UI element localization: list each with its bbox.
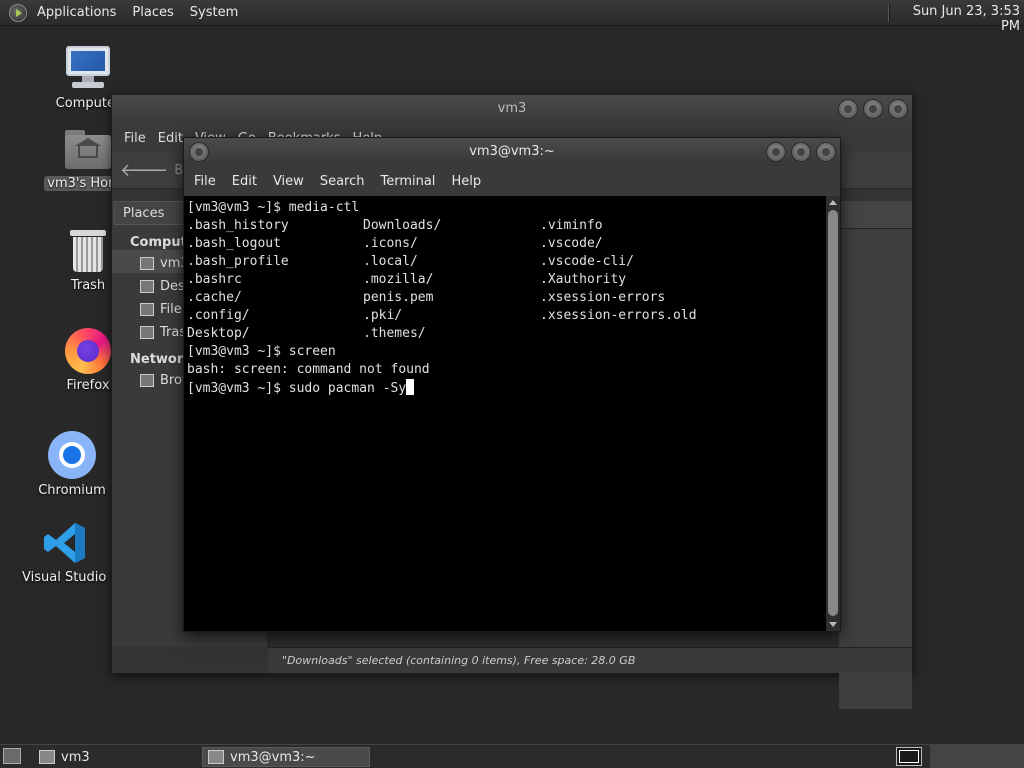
listing-entry: .xsession-errors bbox=[540, 290, 666, 305]
listing-entry: .cache/ bbox=[187, 290, 242, 305]
taskbar-item-label: vm3 bbox=[61, 749, 90, 765]
listing-entry: .local/ bbox=[363, 254, 418, 269]
top-panel: Applications Places System Sun Jun 23, 3… bbox=[0, 0, 1024, 34]
desktop-icon-label: Trash bbox=[70, 278, 106, 293]
listing-entry: .bash_history bbox=[187, 218, 289, 233]
listing-entry: .xsession-errors.old bbox=[540, 308, 697, 323]
scroll-down-arrow-icon[interactable] bbox=[829, 622, 837, 627]
minimize-button[interactable] bbox=[766, 142, 786, 162]
window-menu-button[interactable] bbox=[189, 142, 209, 162]
computer-icon bbox=[64, 46, 112, 92]
home-icon bbox=[140, 257, 154, 270]
menu-file[interactable]: File bbox=[188, 174, 226, 189]
menu-search[interactable]: Search bbox=[314, 174, 375, 189]
terminal-line: [vm3@vm3 ~]$ screen bbox=[187, 344, 336, 359]
panel-separator bbox=[888, 4, 890, 22]
scroll-up-arrow-icon[interactable] bbox=[829, 200, 837, 205]
terminal-output[interactable]: [vm3@vm3 ~]$ media-ctl .bash_history Down… bbox=[184, 196, 828, 631]
bottom-taskbar: vm3 vm3@vm3:~ bbox=[0, 744, 1024, 768]
menu-file[interactable]: File bbox=[118, 131, 152, 146]
desktop-icon-label: Visual Studio Code bbox=[22, 570, 111, 585]
menu-view[interactable]: View bbox=[267, 174, 314, 189]
content-panel bbox=[839, 229, 912, 709]
terminal-menubar: File Edit View Search Terminal Help bbox=[184, 166, 840, 196]
desktop-icon-label: Chromium bbox=[38, 483, 106, 498]
current-command: [vm3@vm3 ~]$ sudo pacman -Sy bbox=[187, 381, 407, 396]
back-arrow-icon: 🡐 bbox=[120, 160, 169, 181]
terminal-line: .cache/penis.pem .xsession-errors bbox=[187, 289, 828, 307]
listing-entry: .mozilla/ bbox=[363, 272, 434, 287]
listing-entry: .vscode/ bbox=[540, 236, 603, 251]
listing-entry: .viminfo bbox=[540, 218, 603, 233]
close-button[interactable] bbox=[816, 142, 836, 162]
terminal-scrollbar[interactable] bbox=[826, 196, 840, 631]
show-desktop-button[interactable] bbox=[3, 748, 21, 764]
network-icon bbox=[140, 374, 154, 387]
menu-help[interactable]: Help bbox=[445, 174, 491, 189]
terminal-titlebar[interactable]: vm3@vm3:~ bbox=[184, 138, 840, 166]
terminal-line: .bash_profile .local/ .vscode-cli/ bbox=[187, 253, 828, 271]
terminal-line: .bash_history Downloads/ .viminfo bbox=[187, 217, 828, 235]
terminal-line: .bash_logout .icons/ .vscode/ bbox=[187, 235, 828, 253]
terminal-line: [vm3@vm3 ~]$ media-ctl bbox=[187, 200, 360, 215]
status-bar: "Downloads" selected (containing 0 items… bbox=[268, 647, 912, 673]
system-menu[interactable]: System bbox=[182, 5, 246, 20]
listing-entry: Downloads/ bbox=[363, 218, 442, 233]
terminal-line: Desktop/ .themes/ bbox=[187, 325, 828, 343]
trash-icon bbox=[70, 230, 106, 272]
taskbar-item-file-manager[interactable]: vm3 bbox=[34, 747, 200, 767]
chromium-icon bbox=[48, 431, 96, 479]
listing-entry: .bashrc bbox=[187, 272, 242, 287]
taskbar-item-label: vm3@vm3:~ bbox=[230, 749, 316, 765]
close-button[interactable] bbox=[888, 99, 908, 119]
desktop-icon bbox=[140, 280, 154, 293]
listing-entry: .Xauthority bbox=[540, 272, 627, 287]
applications-menu[interactable]: Applications bbox=[29, 5, 124, 20]
file-manager-titlebar[interactable]: vm3 bbox=[112, 95, 912, 123]
listing-entry: Desktop/ bbox=[187, 326, 250, 341]
distro-logo-icon[interactable] bbox=[9, 3, 27, 22]
terminal-icon bbox=[208, 750, 224, 764]
text-cursor bbox=[406, 379, 415, 395]
listing-entry: .bash_profile bbox=[187, 254, 289, 269]
home-folder-icon bbox=[65, 130, 111, 170]
clock[interactable]: Sun Jun 23, 3:53 PM bbox=[896, 4, 1020, 34]
vscode-icon bbox=[42, 520, 88, 566]
places-menu[interactable]: Places bbox=[124, 5, 181, 20]
window-title: vm3 bbox=[497, 101, 527, 116]
desktop-icon-vscode[interactable]: Visual Studio Code bbox=[19, 520, 111, 585]
taskbar-item-terminal[interactable]: vm3@vm3:~ bbox=[202, 747, 370, 767]
listing-entry: .config/ bbox=[187, 308, 250, 323]
menu-terminal[interactable]: Terminal bbox=[374, 174, 445, 189]
listing-entry: .vscode-cli/ bbox=[540, 254, 634, 269]
home-folder-icon bbox=[39, 750, 55, 764]
listing-entry: penis.pem bbox=[363, 290, 434, 305]
listing-entry: .themes/ bbox=[363, 326, 426, 341]
maximize-button[interactable] bbox=[791, 142, 811, 162]
terminal-prompt-line: [vm3@vm3 ~]$ sudo pacman -Sy bbox=[187, 379, 828, 397]
terminal-window: vm3@vm3:~ File Edit View Search Terminal… bbox=[183, 137, 841, 632]
firefox-icon bbox=[65, 328, 111, 374]
listing-entry: .icons/ bbox=[363, 236, 418, 251]
workspace-switcher[interactable] bbox=[896, 747, 922, 766]
listing-entry: .pki/ bbox=[363, 308, 403, 323]
minimize-button[interactable] bbox=[838, 99, 858, 119]
terminal-line: bash: screen: command not found bbox=[187, 362, 430, 377]
terminal-line: .bashrc .mozilla/ .Xauthority bbox=[187, 271, 828, 289]
panel-tray bbox=[930, 745, 1024, 768]
terminal-line: .config/ .pki/ .xsession-errors.old bbox=[187, 307, 828, 325]
menu-edit[interactable]: Edit bbox=[226, 174, 267, 189]
scrollbar-thumb[interactable] bbox=[828, 210, 838, 616]
maximize-button[interactable] bbox=[863, 99, 883, 119]
listing-entry: .bash_logout bbox=[187, 236, 281, 251]
window-title: vm3@vm3:~ bbox=[469, 144, 555, 159]
desktop-icon-label: Firefox bbox=[66, 378, 110, 393]
trash-icon bbox=[140, 326, 154, 339]
drive-icon bbox=[140, 303, 154, 316]
